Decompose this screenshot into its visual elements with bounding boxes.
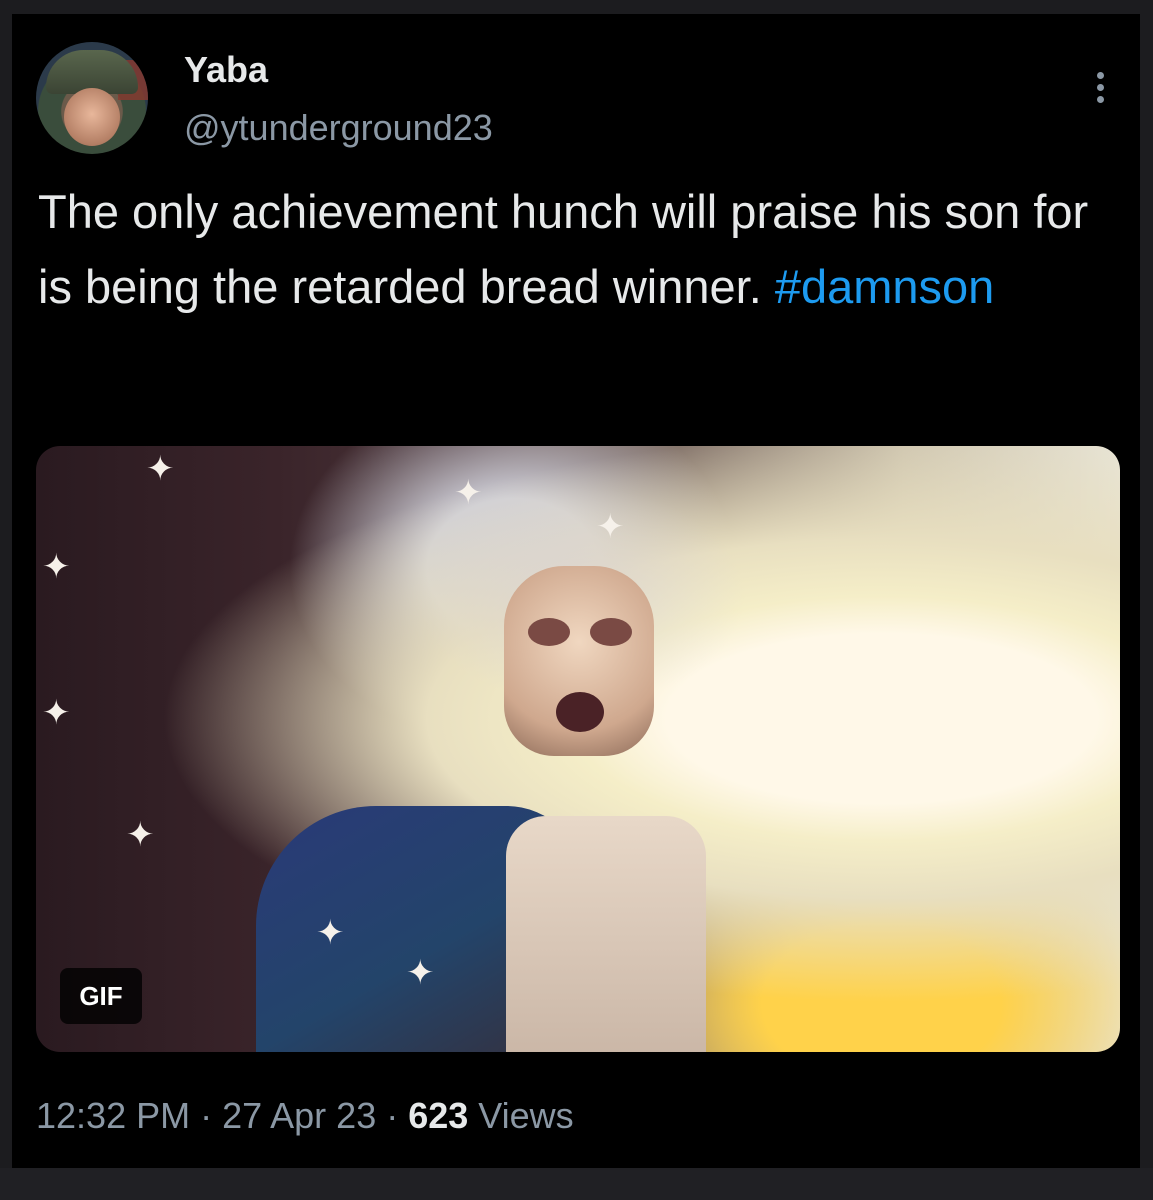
more-dot bbox=[1096, 72, 1104, 79]
meta-separator: · bbox=[190, 1095, 223, 1136]
tweet-time[interactable]: 12:32 PM bbox=[36, 1095, 190, 1136]
avatar[interactable] bbox=[36, 42, 148, 154]
more-dot bbox=[1096, 84, 1104, 91]
gif-media[interactable]: ✦ ✦ ✦ ✦ ✦ ✦ ✦ ✦ GIF bbox=[36, 446, 1120, 1052]
tweet-meta: 12:32 PM · 27 Apr 23 · 623 Views bbox=[36, 1096, 574, 1136]
tweet-card[interactable]: Yaba @ytunderground23 The only achieveme… bbox=[12, 14, 1140, 1168]
media-shirt bbox=[506, 816, 706, 1052]
meta-separator: · bbox=[376, 1095, 409, 1136]
spark-icon: ✦ bbox=[316, 914, 345, 952]
more-dot bbox=[1096, 96, 1104, 103]
page-bottom-strip bbox=[0, 1168, 1153, 1200]
views-count[interactable]: 623 bbox=[408, 1095, 468, 1136]
spark-icon: ✦ bbox=[596, 508, 625, 546]
spark-icon: ✦ bbox=[42, 548, 71, 586]
tweet-date[interactable]: 27 Apr 23 bbox=[222, 1095, 376, 1136]
display-name[interactable]: Yaba bbox=[184, 50, 268, 90]
more-options-icon[interactable] bbox=[1088, 72, 1112, 112]
avatar-face bbox=[64, 88, 120, 146]
media-skull bbox=[504, 566, 654, 756]
hashtag-link[interactable]: #damnson bbox=[775, 260, 995, 313]
spark-icon: ✦ bbox=[454, 474, 483, 512]
gif-badge[interactable]: GIF bbox=[60, 968, 142, 1024]
spark-icon: ✦ bbox=[42, 694, 71, 732]
skull-eye bbox=[590, 618, 632, 646]
tweet-text: The only achievement hunch will praise h… bbox=[38, 174, 1118, 324]
spark-icon: ✦ bbox=[406, 954, 435, 992]
user-handle[interactable]: @ytunderground23 bbox=[184, 108, 493, 148]
skull-eye bbox=[528, 618, 570, 646]
spark-icon: ✦ bbox=[126, 816, 155, 854]
spark-icon: ✦ bbox=[146, 450, 175, 488]
views-label: Views bbox=[468, 1095, 574, 1136]
skull-mouth bbox=[556, 692, 604, 732]
